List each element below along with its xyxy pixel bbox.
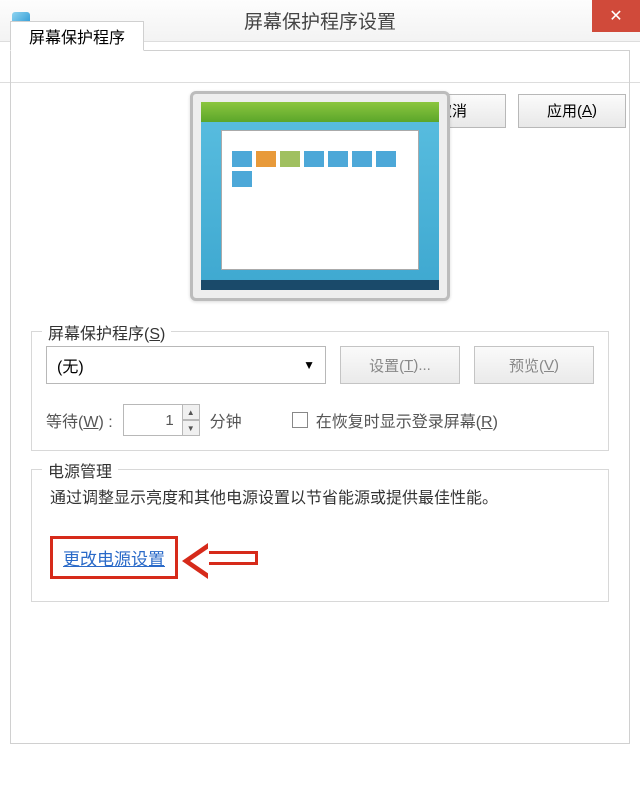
- preview-button[interactable]: 预览(V): [474, 346, 594, 384]
- close-icon: ✕: [609, 6, 622, 26]
- wait-label: 等待(W) :: [46, 408, 113, 432]
- select-value: (无): [57, 353, 84, 377]
- change-power-settings-link[interactable]: 更改电源设置: [50, 536, 178, 579]
- power-group: 电源管理 通过调整显示亮度和其他电源设置以节省能源或提供最佳性能。 更改电源设置: [31, 469, 609, 602]
- screensaver-select[interactable]: (无) ▼: [46, 346, 326, 384]
- resume-label: 在恢复时显示登录屏幕(R): [316, 408, 498, 432]
- monitor-frame: [190, 91, 450, 301]
- tab-screensaver[interactable]: 屏幕保护程序: [10, 21, 144, 51]
- group-legend: 屏幕保护程序(S): [42, 320, 171, 344]
- resume-checkbox[interactable]: 在恢复时显示登录屏幕(R): [292, 408, 498, 432]
- wait-unit: 分钟: [210, 408, 242, 432]
- spinner-up-icon[interactable]: ▲: [182, 404, 200, 420]
- spinner-down-icon[interactable]: ▼: [182, 420, 200, 436]
- power-legend: 电源管理: [42, 458, 118, 482]
- annotation-arrow-icon: [208, 551, 258, 565]
- wait-value[interactable]: 1: [123, 404, 183, 436]
- window-title: 屏幕保护程序设置: [244, 7, 396, 34]
- screensaver-preview: [11, 91, 629, 301]
- close-button[interactable]: ✕: [592, 0, 640, 32]
- power-description: 通过调整显示亮度和其他电源设置以节省能源或提供最佳性能。: [50, 484, 590, 508]
- tab-label: 屏幕保护程序: [29, 24, 125, 48]
- tab-panel: 屏幕保护程序 屏幕保护程序(S) (无) ▼ 设置: [10, 50, 630, 744]
- checkbox-icon: [292, 412, 308, 428]
- settings-button[interactable]: 设置(T)...: [340, 346, 460, 384]
- chevron-down-icon: ▼: [303, 358, 315, 372]
- monitor-screen: [201, 102, 439, 290]
- wait-spinner[interactable]: 1 ▲ ▼: [123, 404, 200, 436]
- screensaver-group: 屏幕保护程序(S) (无) ▼ 设置(T)... 预览(V) 等待(W) : 1…: [31, 331, 609, 451]
